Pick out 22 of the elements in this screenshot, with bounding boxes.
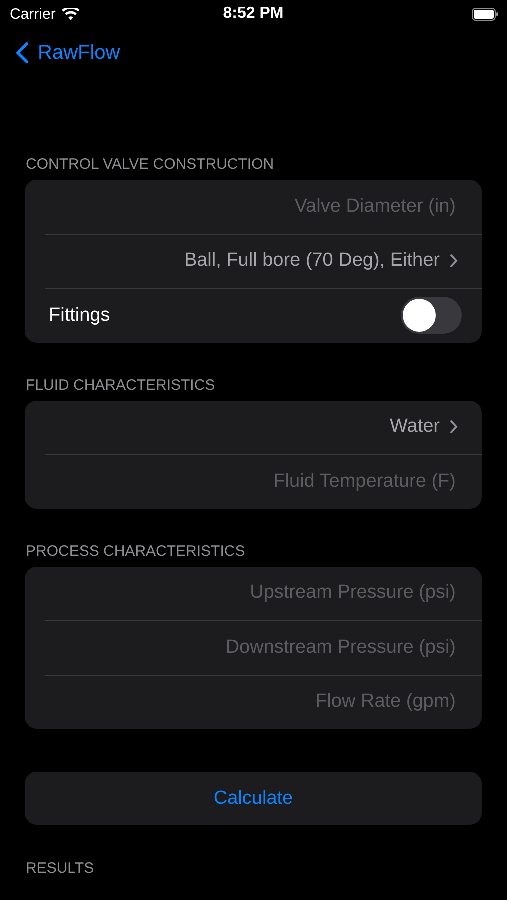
input-field[interactable]: Downstream Pressure (psi) (45, 636, 458, 660)
input-field[interactable]: Upstream Pressure (psi) (45, 581, 458, 606)
picker-row[interactable]: Ball, Full bore (70 Deg), Either (45, 250, 458, 272)
input-field[interactable]: Valve Diameter (in) (45, 194, 458, 219)
chevron-left-icon (16, 42, 29, 64)
section-header: CONTROL VALVE CONSTRUCTION (25, 156, 276, 175)
toggle-label: Fittings (49, 304, 110, 327)
status-time: 8:52 PM (223, 5, 284, 23)
chevron-right-icon (450, 420, 458, 434)
calculate-button[interactable]: Calculate (25, 772, 482, 825)
chevron-right-icon (450, 254, 458, 268)
back-button[interactable]: RawFlow (16, 42, 120, 64)
battery-icon (472, 8, 499, 20)
section-header: PROCESS CHARACTERISTICS (25, 542, 246, 562)
input-field[interactable]: Flow Rate (gpm) (45, 690, 458, 714)
wifi-icon (62, 8, 80, 20)
section-header: FLUID CHARACTERISTICS (25, 376, 216, 396)
input-field[interactable]: Fluid Temperature (F) (45, 470, 458, 494)
section-header: RESULTS (25, 860, 96, 879)
carrier-label: Carrier (10, 6, 56, 22)
picker-row[interactable]: Water (45, 416, 458, 438)
toggle-switch[interactable] (401, 297, 462, 334)
